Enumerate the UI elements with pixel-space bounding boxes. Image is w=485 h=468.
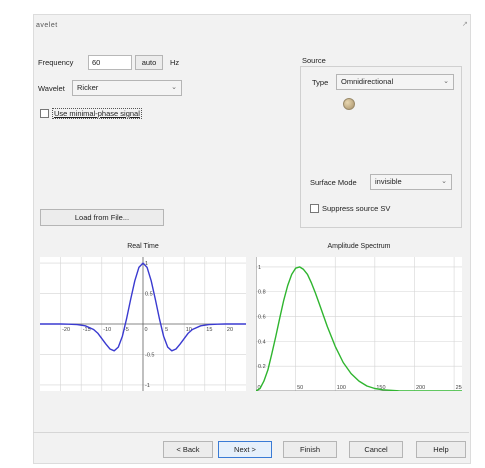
frequency-label: Frequency xyxy=(38,58,74,67)
surface-mode-label: Surface Mode xyxy=(310,178,357,187)
frequency-unit: Hz xyxy=(170,58,180,67)
x-tick-label: 20 xyxy=(227,327,233,333)
surface-mode-value: invisible xyxy=(375,177,402,186)
help-button[interactable]: Help xyxy=(416,441,466,458)
surface-mode-select[interactable]: invisible ⌄ xyxy=(370,174,452,190)
resize-grip-icon[interactable]: ↗ xyxy=(462,20,468,28)
source-group-label: Source xyxy=(302,56,326,65)
source-type-value: Omnidirectional xyxy=(341,77,394,86)
amplitude-spectrum-plot: 0501001502002500.20.40.60.81 xyxy=(256,257,462,391)
y-tick-label: 0.4 xyxy=(258,339,266,345)
back-button[interactable]: < Back xyxy=(163,441,213,458)
minimal-phase-checkbox[interactable] xyxy=(40,109,49,118)
source-type-label: Type xyxy=(312,78,329,87)
source-type-select[interactable]: Omnidirectional ⌄ xyxy=(336,74,454,90)
y-tick-label: 0.8 xyxy=(258,290,266,296)
x-tick-label: 50 xyxy=(297,385,303,391)
auto-button[interactable]: auto xyxy=(135,55,163,70)
wavelet-label: Wavelet xyxy=(38,84,65,93)
cancel-button[interactable]: Cancel xyxy=(349,441,403,458)
x-tick-label: 100 xyxy=(337,385,346,391)
x-tick-label: 250 xyxy=(456,385,462,391)
real-time-plot: -20 -15 -10 -5 0 5 10 15 20-1-0.50.51 xyxy=(40,257,246,391)
wavelet-select[interactable]: Ricker ⌄ xyxy=(72,80,182,96)
load-from-file-button[interactable]: Load from File... xyxy=(40,209,164,226)
y-tick-label: -0.5 xyxy=(145,352,154,358)
minimal-phase-label[interactable]: Use minimal-phase signal xyxy=(52,108,142,119)
frequency-input[interactable]: 60 xyxy=(88,55,132,70)
y-tick-label: 1 xyxy=(258,265,261,271)
chevron-down-icon: ⌄ xyxy=(441,178,447,185)
chevron-down-icon: ⌄ xyxy=(443,78,449,85)
footer-divider xyxy=(33,432,469,433)
x-tick-label: 200 xyxy=(416,385,425,391)
suppress-sv-checkbox[interactable] xyxy=(310,204,319,213)
y-tick-label: -1 xyxy=(145,383,150,389)
real-time-plot-title: Real Time xyxy=(127,243,159,250)
series-line xyxy=(256,266,462,391)
source-indicator-icon xyxy=(343,98,355,110)
amplitude-spectrum-plot-title: Amplitude Spectrum xyxy=(327,243,391,250)
wavelet-select-value: Ricker xyxy=(77,83,99,92)
y-tick-label: 0.6 xyxy=(258,315,266,321)
y-tick-label: 0.5 xyxy=(145,292,153,298)
x-tick-label: -20 xyxy=(62,327,70,333)
next-button[interactable]: Next > xyxy=(218,441,272,458)
x-tick-label: 15 xyxy=(206,327,212,333)
x-tick-label: 0 xyxy=(145,327,148,333)
suppress-sv-label[interactable]: Suppress source SV xyxy=(322,204,390,213)
x-tick-label: 5 xyxy=(165,327,168,333)
finish-button[interactable]: Finish xyxy=(283,441,337,458)
dialog-title: avelet xyxy=(36,22,58,29)
chevron-down-icon: ⌄ xyxy=(171,84,177,91)
y-tick-label: 0.2 xyxy=(258,364,266,370)
x-tick-label: -10 xyxy=(103,327,111,333)
